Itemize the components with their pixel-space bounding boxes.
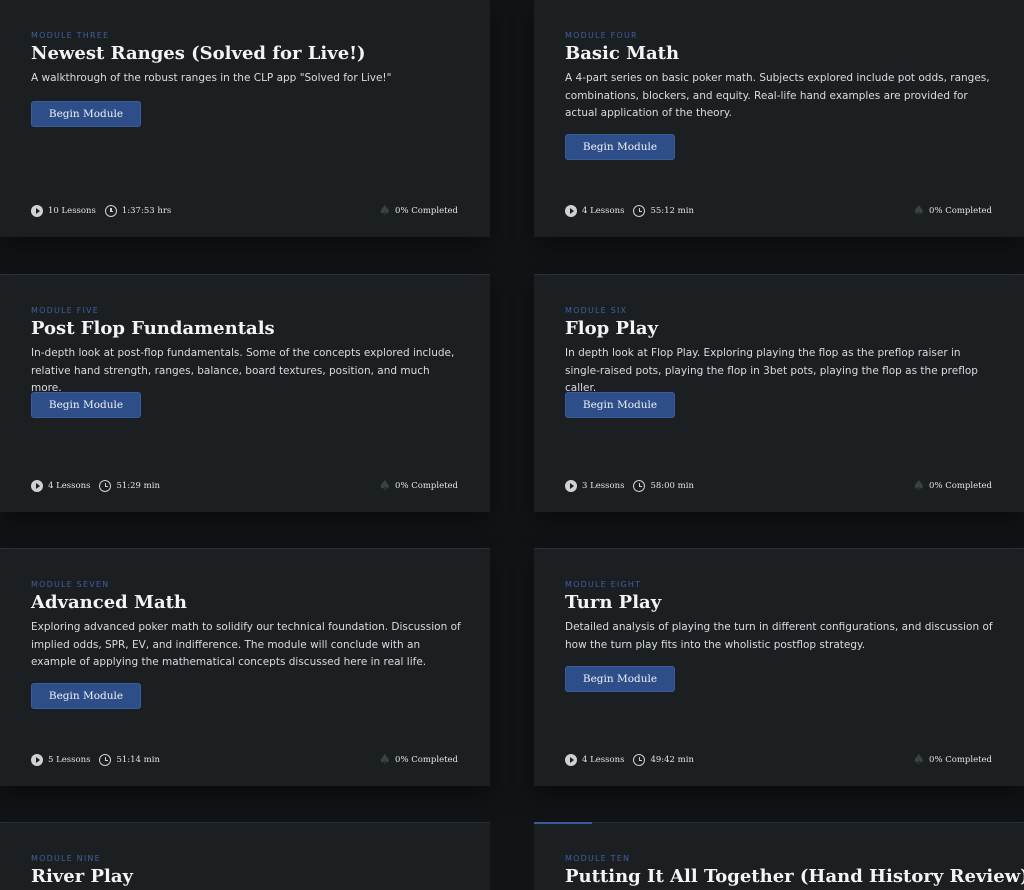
module-card: MODULE FOUR Basic Math A 4-part series o… <box>534 0 1024 237</box>
lesson-count: 4 Lessons <box>582 755 625 765</box>
module-footer: 4 Lessons 49:42 min ♠ 0% Completed <box>565 752 992 768</box>
begin-module-button[interactable]: Begin Module <box>31 101 141 127</box>
duration: 51:14 min <box>116 755 160 765</box>
module-label: MODULE SEVEN <box>31 580 110 589</box>
play-icon <box>31 205 43 217</box>
lesson-count: 3 Lessons <box>582 481 625 491</box>
module-description: Detailed analysis of playing the turn in… <box>565 621 993 651</box>
play-icon <box>565 754 577 766</box>
play-icon <box>565 205 577 217</box>
module-footer: 5 Lessons 51:14 min ♠ 0% Completed <box>31 752 458 768</box>
module-label: MODULE FOUR <box>565 31 638 40</box>
module-card: MODULE TEN Putting It All Together (Hand… <box>534 822 1024 890</box>
begin-module-button[interactable]: Begin Module <box>565 134 675 160</box>
play-icon <box>565 480 577 492</box>
completion-status: 0% Completed <box>395 481 458 491</box>
module-footer: 10 Lessons 1:37:53 hrs ♠ 0% Completed <box>31 203 458 219</box>
lesson-count: 5 Lessons <box>48 755 91 765</box>
clock-icon <box>99 754 112 766</box>
begin-module-button[interactable]: Begin Module <box>31 392 141 418</box>
spade-icon: ♠ <box>912 203 926 219</box>
module-card: MODULE EIGHT Turn Play Detailed analysis… <box>534 548 1024 786</box>
clock-icon <box>633 205 646 217</box>
clock-icon <box>104 205 117 217</box>
module-label: MODULE FIVE <box>31 306 99 315</box>
module-title: Advanced Math <box>31 592 188 613</box>
clock-icon <box>99 480 112 492</box>
completion-status: 0% Completed <box>395 206 458 216</box>
module-title: Putting It All Together (Hand History Re… <box>565 866 1024 887</box>
begin-module-button[interactable]: Begin Module <box>565 666 675 692</box>
module-card: MODULE FIVE Post Flop Fundamentals In-de… <box>0 274 490 512</box>
duration: 1:37:53 hrs <box>121 206 172 216</box>
module-description: In depth look at Flop Play. Exploring pl… <box>565 347 978 394</box>
module-footer: 4 Lessons 51:29 min ♠ 0% Completed <box>31 478 458 494</box>
module-title: River Play <box>31 866 133 887</box>
module-title: Basic Math <box>565 43 680 64</box>
progress-accent <box>534 822 592 824</box>
module-title: Turn Play <box>565 592 662 613</box>
completion-status: 0% Completed <box>929 755 992 765</box>
module-title: Newest Ranges (Solved for Live!) <box>31 43 366 64</box>
spade-icon: ♠ <box>378 752 392 768</box>
spade-icon: ♠ <box>912 478 926 494</box>
begin-module-button[interactable]: Begin Module <box>565 392 675 418</box>
duration: 55:12 min <box>650 206 694 216</box>
completion-status: 0% Completed <box>929 481 992 491</box>
module-label: MODULE TEN <box>565 854 631 863</box>
clock-icon <box>633 480 646 492</box>
spade-icon: ♠ <box>378 203 392 219</box>
lesson-count: 10 Lessons <box>48 206 96 216</box>
module-description: A 4-part series on basic poker math. Sub… <box>565 72 990 119</box>
duration: 51:29 min <box>116 481 160 491</box>
spade-icon: ♠ <box>912 752 926 768</box>
module-title: Post Flop Fundamentals <box>31 318 275 339</box>
module-footer: 4 Lessons 55:12 min ♠ 0% Completed <box>565 203 992 219</box>
module-label: MODULE SIX <box>565 306 628 315</box>
module-grid: MODULE THREE Newest Ranges (Solved for L… <box>0 0 1024 890</box>
begin-module-button[interactable]: Begin Module <box>31 683 141 709</box>
module-description: Exploring advanced poker math to solidif… <box>31 621 461 668</box>
module-title: Flop Play <box>565 318 658 339</box>
play-icon <box>31 480 43 492</box>
module-card: MODULE SEVEN Advanced Math Exploring adv… <box>0 548 490 786</box>
module-card: MODULE NINE River Play <box>0 822 490 890</box>
module-label: MODULE THREE <box>31 31 110 40</box>
duration: 58:00 min <box>650 481 694 491</box>
spade-icon: ♠ <box>378 478 392 494</box>
lesson-count: 4 Lessons <box>48 481 91 491</box>
module-label: MODULE NINE <box>31 854 101 863</box>
completion-status: 0% Completed <box>929 206 992 216</box>
module-description: A walkthrough of the robust ranges in th… <box>31 72 392 84</box>
module-description: In-depth look at post-flop fundamentals.… <box>31 347 455 394</box>
clock-icon <box>633 754 646 766</box>
play-icon <box>31 754 43 766</box>
completion-status: 0% Completed <box>395 755 458 765</box>
module-footer: 3 Lessons 58:00 min ♠ 0% Completed <box>565 478 992 494</box>
lesson-count: 4 Lessons <box>582 206 625 216</box>
module-label: MODULE EIGHT <box>565 580 642 589</box>
module-card: MODULE THREE Newest Ranges (Solved for L… <box>0 0 490 237</box>
module-card: MODULE SIX Flop Play In depth look at Fl… <box>534 274 1024 512</box>
duration: 49:42 min <box>650 755 694 765</box>
